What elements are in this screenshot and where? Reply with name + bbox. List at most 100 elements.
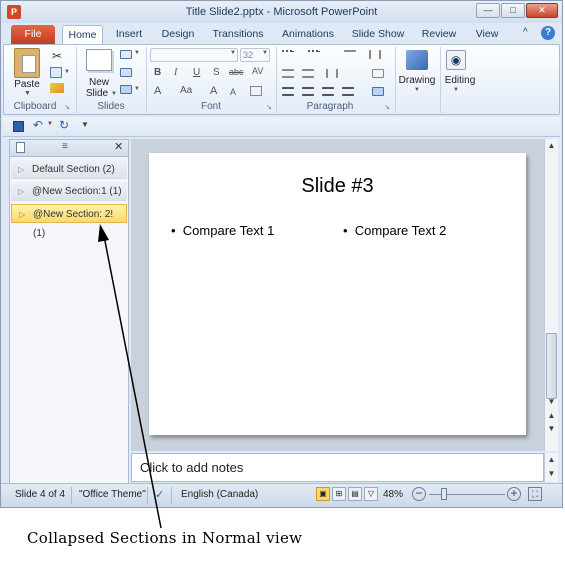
align-text-icon[interactable] [372, 69, 384, 78]
format-painter-icon[interactable] [50, 83, 64, 93]
section-header[interactable]: ▷ Default Section (2) [11, 160, 127, 179]
outline-tab-icon[interactable]: ≡ [62, 141, 68, 152]
save-icon[interactable] [13, 121, 24, 132]
shrink-font-button[interactable]: A [230, 87, 236, 97]
expand-arrow-icon[interactable]: ▷ [18, 160, 24, 179]
editing-button[interactable]: Editing [440, 75, 480, 86]
notes-scrollbar[interactable]: ▲ ▼ [544, 453, 558, 482]
layout-dropdown-icon[interactable]: ▼ [134, 50, 140, 56]
undo-dropdown-icon[interactable]: ▼ [47, 121, 53, 127]
language-indicator[interactable]: English (Canada) [181, 489, 258, 500]
reading-view-icon[interactable]: ▤ [348, 487, 362, 501]
new-slide-button[interactable]: New [82, 77, 116, 88]
change-case-button[interactable]: Aa [180, 85, 192, 96]
new-slide-button-line2[interactable]: Slide [82, 88, 112, 99]
tab-slide-show[interactable]: Slide Show [347, 25, 409, 44]
numbering-icon[interactable] [308, 50, 320, 59]
minimize-button[interactable]: — [476, 3, 500, 18]
zoom-out-icon[interactable]: − [412, 487, 426, 501]
bullets-icon[interactable] [282, 50, 294, 59]
notes-placeholder[interactable]: Click to add notes [140, 460, 243, 475]
paste-button[interactable]: Paste [12, 79, 42, 90]
grow-font-button[interactable]: A [210, 85, 217, 97]
slide-show-icon[interactable]: ▽ [364, 487, 378, 501]
character-spacing-button[interactable]: AV [252, 66, 263, 76]
copy-dropdown-icon[interactable]: ▼ [64, 69, 70, 75]
tab-file[interactable]: File [11, 25, 55, 44]
strikethrough-button[interactable]: abc [229, 67, 244, 77]
drawing-shapes-icon[interactable] [406, 50, 428, 70]
font-name-combobox[interactable] [150, 48, 238, 62]
text-direction-icon[interactable] [369, 50, 381, 59]
scroll-thumb[interactable] [546, 333, 557, 399]
find-binoculars-icon[interactable]: ◉ [446, 50, 466, 70]
scroll-up-icon[interactable]: ▲ [545, 141, 558, 150]
drawing-button[interactable]: Drawing [396, 75, 438, 86]
cut-icon[interactable]: ✂ [52, 49, 62, 63]
bullet-compare-right[interactable]: • Compare Text 2 [343, 223, 446, 238]
clipboard-launcher-icon[interactable]: ↘ [64, 103, 70, 111]
normal-view-icon[interactable]: ▣ [316, 487, 330, 501]
notes-pane[interactable]: Click to add notes [131, 453, 544, 482]
section-icon[interactable] [120, 85, 132, 94]
slide-canvas[interactable]: Slide #3 • Compare Text 1 • Compare Text… [149, 153, 526, 435]
previous-slide-icon[interactable]: ▲ [545, 411, 558, 420]
paragraph-launcher-icon[interactable]: ↘ [384, 103, 390, 111]
slides-tab-icon[interactable] [16, 142, 25, 153]
fit-to-window-icon[interactable]: ⛶ [528, 487, 542, 501]
zoom-level[interactable]: 48% [383, 489, 403, 500]
italic-button[interactable]: I [174, 67, 177, 78]
smartart-icon[interactable] [372, 87, 384, 96]
theme-name[interactable]: "Office Theme" [79, 489, 146, 500]
decrease-indent-icon[interactable] [282, 69, 294, 78]
font-launcher-icon[interactable]: ↘ [266, 103, 272, 111]
bullet-compare-left[interactable]: • Compare Text 1 [171, 223, 274, 238]
scroll-down-icon[interactable]: ▼ [545, 397, 558, 406]
editing-dropdown-icon[interactable]: ▼ [453, 87, 459, 93]
underline-button[interactable]: U [193, 67, 200, 78]
repeat-icon[interactable]: ↻ [59, 118, 69, 132]
section-header[interactable]: ▷ @New Section:1 (1) [11, 182, 127, 201]
paste-icon[interactable] [14, 48, 40, 78]
tab-review[interactable]: Review [417, 25, 461, 44]
tab-insert[interactable]: Insert [111, 25, 147, 44]
tab-home[interactable]: Home [62, 25, 103, 44]
bold-button[interactable]: B [154, 67, 161, 78]
spelling-check-icon[interactable]: ✓ [155, 488, 164, 501]
notes-scroll-down-icon[interactable]: ▼ [545, 469, 558, 478]
justify-icon[interactable] [342, 87, 354, 96]
tab-view[interactable]: View [467, 25, 507, 44]
slide-sorter-icon[interactable]: ⊞ [332, 487, 346, 501]
align-left-icon[interactable] [282, 87, 294, 96]
line-spacing-icon[interactable] [344, 50, 356, 59]
slide-counter[interactable]: Slide 4 of 4 [15, 489, 65, 500]
drawing-dropdown-icon[interactable]: ▼ [414, 87, 420, 93]
font-name-dropdown-icon[interactable]: ▼ [230, 50, 236, 56]
font-color-button[interactable]: A [154, 85, 161, 97]
font-size-dropdown-icon[interactable]: ▼ [262, 50, 268, 56]
layout-icon[interactable] [120, 50, 132, 59]
clear-formatting-icon[interactable] [250, 86, 262, 96]
new-slide-icon[interactable] [86, 49, 112, 71]
reset-icon[interactable] [120, 68, 132, 77]
tab-design[interactable]: Design [157, 25, 199, 44]
help-icon[interactable]: ? [541, 26, 555, 40]
section-header-selected[interactable]: ▷ @New Section: 2! (1) [11, 204, 127, 239]
tab-transitions[interactable]: Transitions [207, 25, 269, 44]
columns-icon[interactable] [326, 69, 338, 78]
notes-scroll-up-icon[interactable]: ▲ [545, 455, 558, 464]
customize-qat-icon[interactable]: ▼ [81, 120, 89, 129]
align-right-icon[interactable] [322, 87, 334, 96]
increase-indent-icon[interactable] [302, 69, 314, 78]
new-slide-dropdown-icon[interactable]: ▼ [111, 91, 117, 97]
paste-dropdown-icon[interactable]: ▼ [24, 90, 31, 97]
next-slide-icon[interactable]: ▼ [545, 424, 558, 433]
zoom-slider-thumb[interactable] [441, 488, 447, 500]
zoom-in-icon[interactable]: + [507, 487, 521, 501]
vertical-scrollbar[interactable]: ▲ ▼ ▲ ▼ [544, 139, 558, 451]
text-shadow-button[interactable]: S [213, 67, 220, 78]
tab-animations[interactable]: Animations [277, 25, 339, 44]
copy-icon[interactable] [50, 67, 62, 78]
section-dropdown-icon[interactable]: ▼ [134, 86, 140, 92]
close-pane-icon[interactable]: ✕ [114, 140, 123, 153]
